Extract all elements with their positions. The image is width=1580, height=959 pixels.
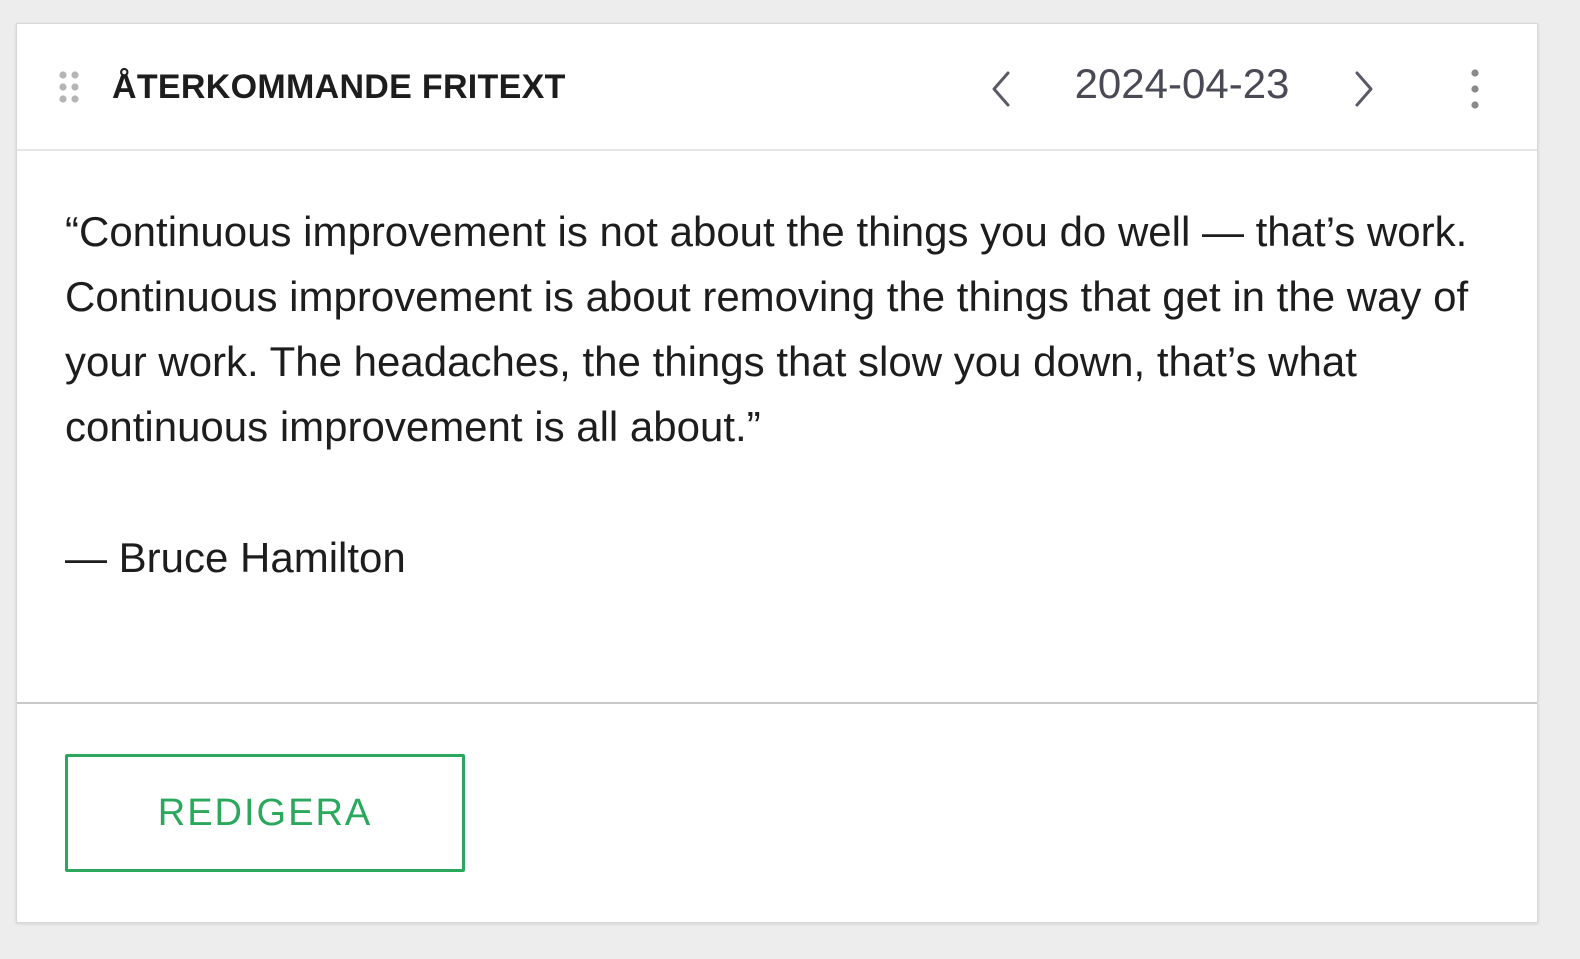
quote-text: “Continuous improvement is not about the… [65, 208, 1469, 450]
card-footer: REDIGERA [17, 702, 1537, 924]
quote-author: — Bruce Hamilton [65, 534, 406, 581]
current-date: 2024-04-23 [1074, 60, 1290, 107]
recurring-freetext-card: ÅTERKOMMANDE FRITEXT 2024-04-23 “Continu… [16, 23, 1538, 923]
drag-handle-icon[interactable] [59, 71, 81, 105]
more-options-button[interactable] [1459, 68, 1491, 110]
more-vertical-icon [1471, 69, 1479, 109]
edit-button[interactable]: REDIGERA [65, 754, 465, 872]
chevron-left-icon [992, 71, 1010, 107]
card-body: “Continuous improvement is not about the… [65, 199, 1495, 590]
next-date-button[interactable] [1349, 69, 1379, 109]
chevron-right-icon [1355, 71, 1373, 107]
card-title: ÅTERKOMMANDE FRITEXT [112, 68, 566, 106]
previous-date-button[interactable] [986, 69, 1016, 109]
card-header: ÅTERKOMMANDE FRITEXT 2024-04-23 [17, 24, 1537, 151]
